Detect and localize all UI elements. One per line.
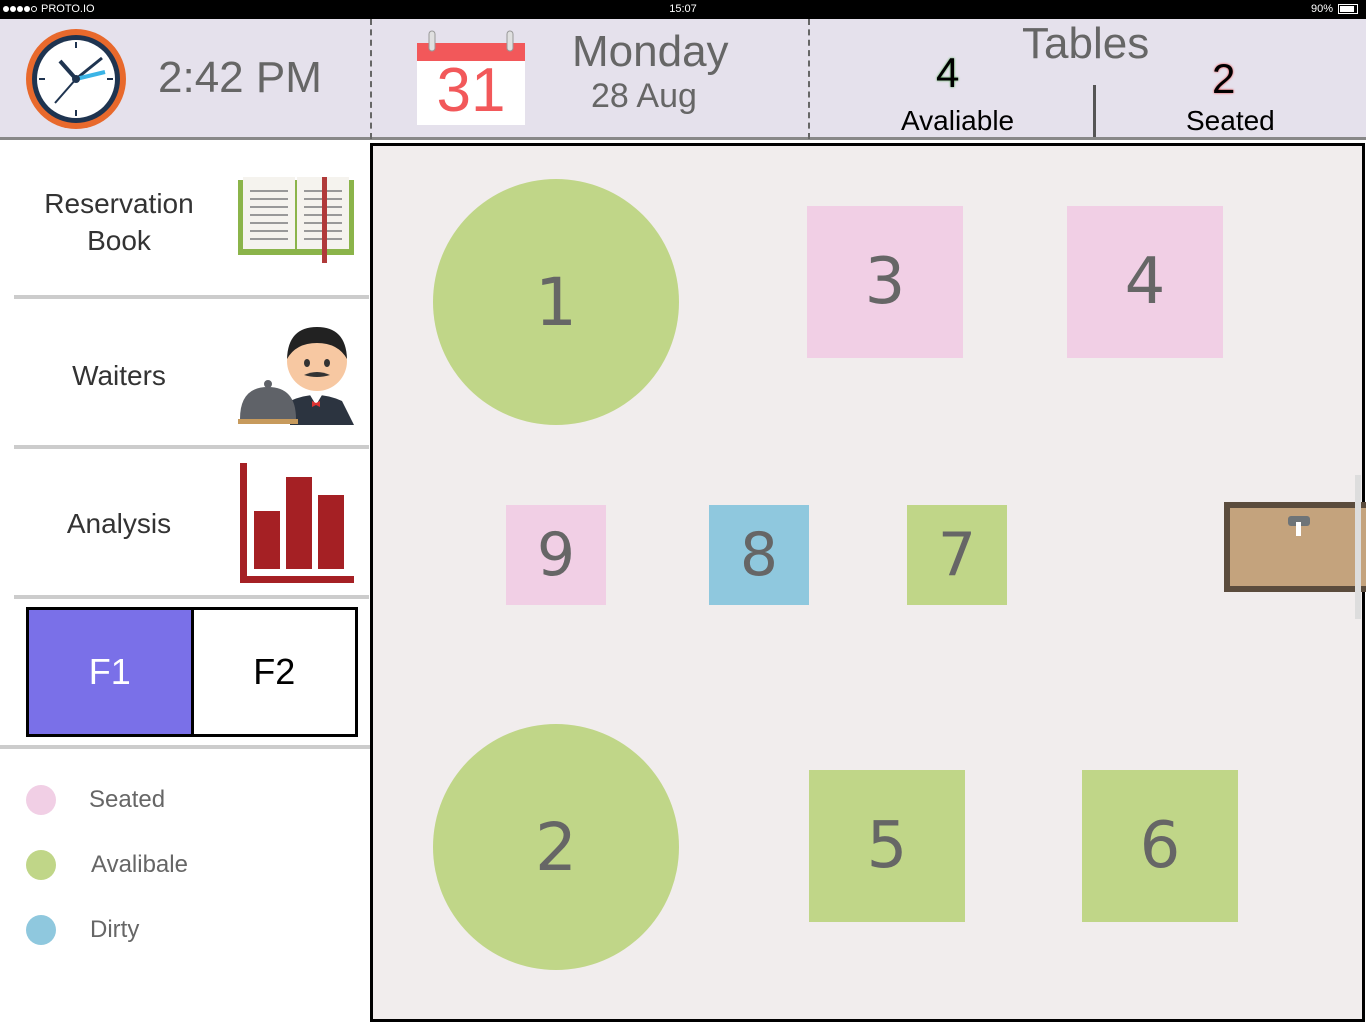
floor-selector: F1 F2: [26, 607, 358, 737]
legend-item-available: Avalibale: [26, 850, 188, 880]
calendar-icon: 31: [416, 29, 526, 125]
available-label: Avaliable: [901, 105, 1015, 136]
scrollbar[interactable]: [1355, 475, 1361, 619]
bar-chart-icon: [240, 463, 354, 583]
legend-dot-dirty-icon: [26, 915, 56, 945]
table-7[interactable]: 7: [907, 505, 1007, 605]
legend-label: Avalibale: [91, 851, 188, 878]
tables-title: Tables: [1022, 19, 1150, 68]
table-6[interactable]: 6: [1082, 770, 1238, 922]
cash-register-icon[interactable]: [1222, 500, 1366, 594]
current-time: 2:42 PM: [158, 53, 322, 102]
floor-f2-button[interactable]: F2: [193, 610, 355, 734]
label-line: Book: [87, 225, 151, 256]
table-3[interactable]: 3: [807, 206, 963, 358]
table-8[interactable]: 8: [709, 505, 809, 605]
table-9[interactable]: 9: [506, 505, 606, 605]
header-divider: [370, 19, 372, 139]
waiter-icon: [238, 327, 354, 425]
header-divider: [808, 19, 810, 139]
legend-dot-available-icon: [26, 850, 56, 880]
battery: 90%: [1311, 3, 1358, 15]
table-1[interactable]: 1: [433, 179, 679, 425]
available-count: 4: [936, 49, 960, 96]
floor-f1-button[interactable]: F1: [29, 610, 194, 734]
header-bar: 2:42 PM 31 Monday 28 Aug Tables 4 Avalia…: [0, 19, 1366, 140]
legend-item-seated: Seated: [26, 785, 165, 815]
status-time: 15:07: [669, 3, 697, 15]
floor-plan: 1 3 4 9 8 7 2 5 6: [370, 143, 1366, 1022]
table-2[interactable]: 2: [433, 724, 679, 970]
battery-percent: 90%: [1310, 3, 1333, 15]
sidebar-item-waiters[interactable]: Waiters: [14, 299, 369, 449]
legend-label: Seated: [89, 786, 166, 813]
book-icon: [238, 177, 354, 263]
day-name: Monday: [572, 27, 729, 76]
battery-icon: [1338, 4, 1358, 14]
sidebar-item-reservation-book[interactable]: Reservation Book: [14, 143, 369, 299]
legend-item-dirty: Dirty: [26, 915, 139, 945]
divider: [0, 745, 370, 749]
calendar-day-number: 31: [436, 56, 506, 125]
tables-count-divider: [1093, 85, 1096, 137]
day-date: 28 Aug: [591, 77, 697, 115]
clock-icon: [26, 29, 126, 129]
sidebar-item-label: Waiters: [72, 360, 166, 391]
sidebar-item-analysis[interactable]: Analysis: [14, 449, 369, 599]
seated-label: Seated: [1186, 105, 1275, 136]
legend-label: Dirty: [90, 916, 140, 943]
sidebar-item-label: Analysis: [66, 508, 172, 539]
label-line: Reservation: [44, 188, 194, 219]
seated-count: 2: [1212, 55, 1236, 102]
table-4[interactable]: 4: [1067, 206, 1223, 358]
sidebar-item-label: Reservation Book: [34, 185, 204, 259]
legend-dot-seated-icon: [26, 785, 56, 815]
sidebar: Reservation Book Waiters Analysis F1 F2 …: [0, 143, 370, 1024]
table-5[interactable]: 5: [809, 770, 965, 922]
status-bar: PROTO.IO 15:07 90%: [0, 0, 1366, 19]
